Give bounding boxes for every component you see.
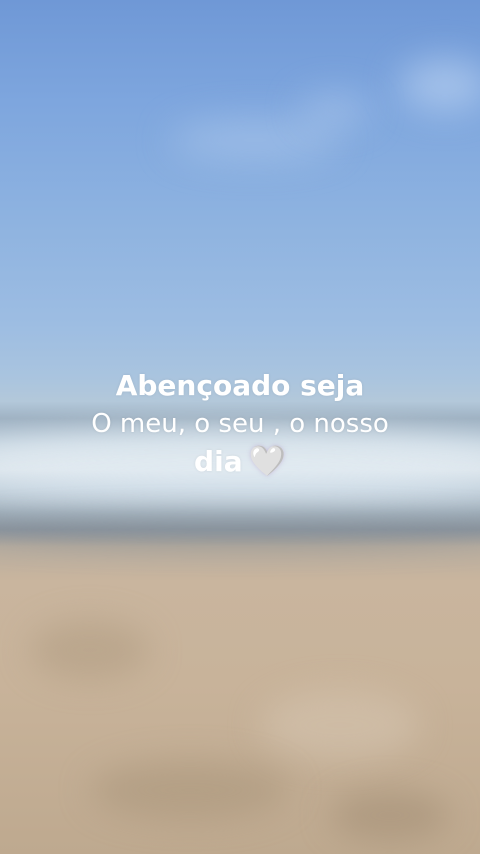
caption-word-dia: dia: [194, 445, 243, 478]
story-background: Abençoado seja O meu, o seu , o nosso di…: [0, 0, 480, 854]
sand-texture: [90, 760, 290, 820]
sand-texture: [260, 690, 420, 760]
sea-wave: [0, 475, 480, 515]
cloud: [400, 60, 480, 110]
story-caption: Abençoado seja O meu, o seu , o nosso di…: [0, 367, 480, 481]
caption-line-1: Abençoado seja: [115, 369, 365, 402]
white-heart-icon: 🤍: [248, 444, 286, 479]
caption-line-2: O meu, o seu , o nosso: [91, 409, 389, 439]
sand-texture: [30, 620, 150, 680]
cloud: [300, 95, 370, 125]
caption-line-3: dia 🤍: [0, 443, 480, 481]
cloud: [170, 120, 340, 160]
sand-texture: [330, 790, 450, 840]
sea-shoreline: [0, 515, 480, 545]
